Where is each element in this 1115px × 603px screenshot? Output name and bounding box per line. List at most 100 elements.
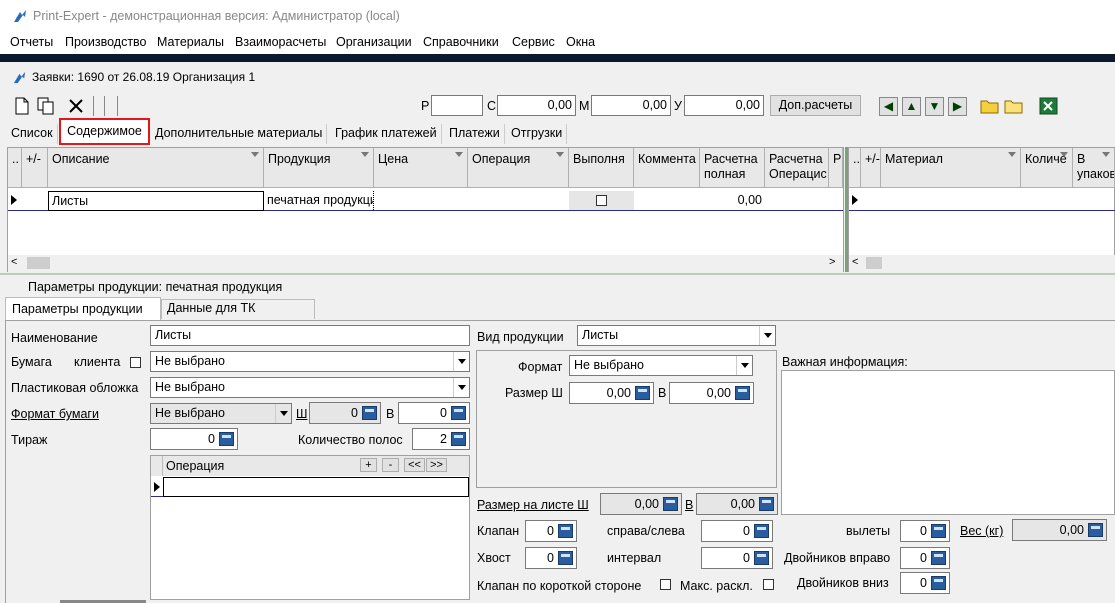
- grid-col-pack[interactable]: В упаков: [1073, 148, 1115, 188]
- grid-plusminus-header[interactable]: +/-: [861, 148, 881, 188]
- tab-content[interactable]: Содержимое: [59, 118, 150, 145]
- short-side-checkbox[interactable]: [660, 579, 671, 590]
- grid-col-comment[interactable]: Коммента: [634, 148, 700, 188]
- vylety-input[interactable]: 0: [900, 520, 950, 542]
- chevron-down-icon[interactable]: [736, 356, 752, 375]
- copy-icon[interactable]: [37, 97, 55, 115]
- grid-col-calc-total[interactable]: Расчетна полная: [700, 148, 765, 188]
- calculator-icon[interactable]: [754, 524, 769, 538]
- grid-col-description[interactable]: Описание: [48, 148, 264, 188]
- calculator-icon[interactable]: [931, 576, 946, 590]
- client-paper-checkbox[interactable]: [130, 357, 141, 368]
- calculator-icon[interactable]: [451, 432, 466, 446]
- excel-icon[interactable]: [1039, 97, 1058, 115]
- menu-windows[interactable]: Окна: [566, 35, 595, 49]
- menu-settlements[interactable]: Взаиморасчеты: [235, 35, 326, 49]
- cell-description[interactable]: Листы: [48, 191, 264, 211]
- format-select[interactable]: Не выбрано: [569, 355, 753, 376]
- grid-plusminus-header[interactable]: +/-: [22, 148, 48, 188]
- calculator-icon[interactable]: [558, 524, 573, 538]
- grid-col-material[interactable]: Материал: [881, 148, 1021, 188]
- tab-list[interactable]: Список: [7, 124, 58, 144]
- paper-select[interactable]: Не выбрано: [150, 351, 470, 372]
- calculator-icon[interactable]: [931, 551, 946, 565]
- grid-col-more[interactable]: Р С: [829, 148, 843, 188]
- important-info-textarea[interactable]: [781, 370, 1115, 515]
- chevron-down-icon[interactable]: [453, 352, 469, 371]
- menu-organizations[interactable]: Организации: [336, 35, 412, 49]
- calculator-icon[interactable]: [635, 386, 650, 400]
- menu-production[interactable]: Производство: [65, 35, 147, 49]
- arrow-up-icon[interactable]: ▲: [902, 97, 921, 116]
- tab-payment-schedule[interactable]: График платежей: [331, 124, 442, 144]
- grid-col-product[interactable]: Продукция: [264, 148, 374, 188]
- plastic-select[interactable]: Не выбрано: [150, 377, 470, 398]
- sheet-w-input[interactable]: 0,00: [600, 493, 682, 515]
- scroll-right-icon[interactable]: >: [829, 256, 835, 268]
- grid-col-price[interactable]: Цена: [374, 148, 468, 188]
- op-first-button[interactable]: <<: [404, 458, 425, 472]
- side-input[interactable]: 0: [701, 520, 773, 542]
- sheet-h-input[interactable]: 0,00: [696, 493, 778, 515]
- menu-materials[interactable]: Материалы: [157, 35, 224, 49]
- grid-col-quantity[interactable]: Количе: [1021, 148, 1073, 188]
- twins-right-input[interactable]: 0: [900, 547, 950, 569]
- calculator-icon[interactable]: [1088, 523, 1103, 537]
- pages-input[interactable]: 2: [412, 428, 470, 450]
- done-checkbox[interactable]: [596, 195, 607, 206]
- name-input[interactable]: Листы: [150, 325, 470, 346]
- paper-width-input[interactable]: 0: [309, 402, 381, 424]
- tab-tk-data[interactable]: Данные для ТК: [161, 299, 315, 319]
- calculator-icon[interactable]: [735, 386, 750, 400]
- open-folder-icon[interactable]: [980, 97, 1000, 115]
- size-w-input[interactable]: 0,00: [569, 382, 654, 404]
- m-field[interactable]: 0,00: [591, 95, 671, 116]
- scroll-thumb[interactable]: [866, 257, 882, 269]
- arrow-left-icon[interactable]: ◀: [879, 97, 898, 116]
- delete-icon[interactable]: [68, 98, 84, 114]
- horizontal-splitter[interactable]: [0, 273, 1115, 275]
- chevron-down-icon[interactable]: [759, 326, 775, 345]
- scroll-thumb[interactable]: [27, 257, 50, 269]
- calculator-icon[interactable]: [754, 551, 769, 565]
- weight-input[interactable]: 0,00: [1012, 519, 1107, 541]
- c-field[interactable]: 0,00: [497, 95, 576, 116]
- horizontal-scrollbar[interactable]: < >: [8, 255, 843, 272]
- scroll-left-icon[interactable]: <: [852, 256, 858, 268]
- menu-service[interactable]: Сервис: [512, 35, 555, 49]
- grid-col-done[interactable]: Выполня: [569, 148, 634, 188]
- p-field[interactable]: [431, 95, 483, 116]
- calculator-icon[interactable]: [931, 524, 946, 538]
- paper-height-input[interactable]: 0: [398, 402, 470, 424]
- calculator-icon[interactable]: [759, 497, 774, 511]
- new-document-icon[interactable]: [14, 97, 30, 115]
- calculator-icon[interactable]: [558, 551, 573, 565]
- max-layout-checkbox[interactable]: [763, 579, 774, 590]
- operation-cell[interactable]: [163, 477, 469, 497]
- u-field[interactable]: 0,00: [684, 95, 764, 116]
- tab-shipments[interactable]: Отгрузки: [507, 124, 568, 144]
- calculator-icon[interactable]: [219, 432, 234, 446]
- menu-reports[interactable]: Отчеты: [10, 35, 53, 49]
- interval-input[interactable]: 0: [701, 547, 773, 569]
- tab-payments[interactable]: Платежи: [445, 124, 505, 144]
- chevron-down-icon[interactable]: [275, 404, 291, 423]
- arrow-right-icon[interactable]: ▶: [948, 97, 967, 116]
- paper-format-link[interactable]: Формат бумаги: [11, 407, 99, 421]
- grid-col-calc-operation[interactable]: Расчетна Операцис: [765, 148, 829, 188]
- cell-product[interactable]: печатная продукция: [264, 191, 374, 210]
- op-add-button[interactable]: +: [360, 458, 377, 472]
- size-h-input[interactable]: 0,00: [669, 382, 754, 404]
- chevron-down-icon[interactable]: [453, 378, 469, 397]
- grid-col-operation[interactable]: Операция: [468, 148, 569, 188]
- sheet-size-link[interactable]: Размер на листе Ш: [477, 498, 589, 512]
- tab-product-params[interactable]: Параметры продукции: [5, 297, 161, 321]
- arrow-down-icon[interactable]: ▼: [925, 97, 944, 116]
- product-type-select[interactable]: Листы: [577, 325, 776, 346]
- calculator-icon[interactable]: [663, 497, 678, 511]
- menu-references[interactable]: Справочники: [423, 35, 499, 49]
- horizontal-scrollbar[interactable]: <: [849, 255, 1115, 272]
- table-row[interactable]: [849, 190, 1115, 211]
- tail-input[interactable]: 0: [525, 547, 577, 569]
- extra-calc-button[interactable]: Доп.расчеты: [770, 95, 861, 116]
